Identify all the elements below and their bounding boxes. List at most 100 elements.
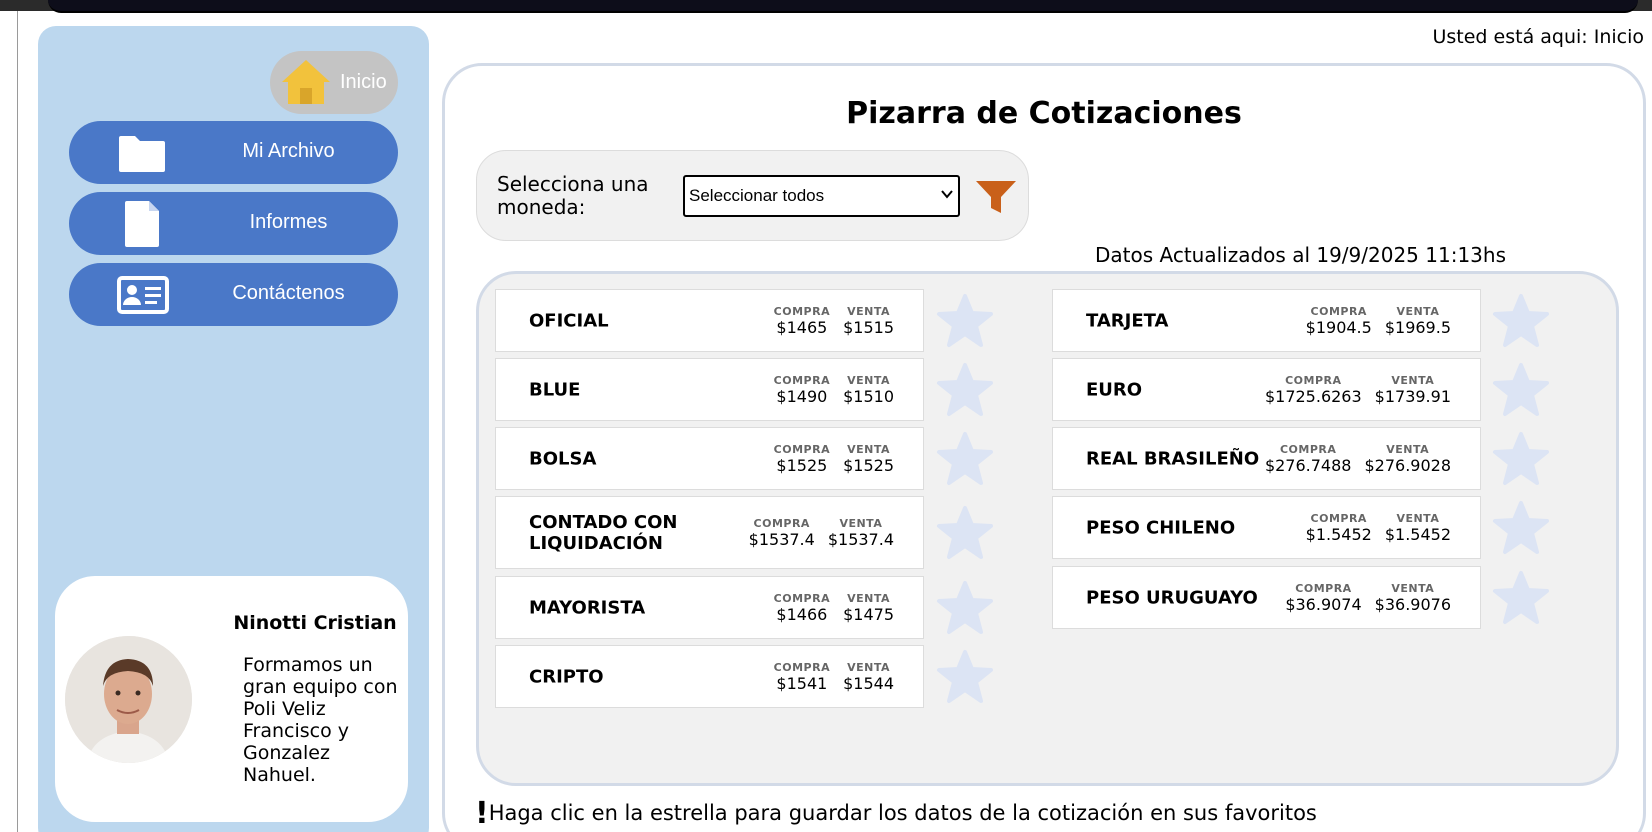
buy-column: COMPRA $1904.5 (1306, 305, 1372, 337)
buy-header: COMPRA (773, 442, 831, 456)
buy-header: COMPRA (1285, 373, 1342, 387)
profile-photo (65, 636, 192, 763)
quote-card: REAL BRASILEÑO COMPRA $276.7488 VENTA $276.9… (1052, 427, 1481, 490)
buy-value: $1525 (776, 455, 828, 475)
favorite-star-icon[interactable] (936, 293, 994, 349)
sell-header: VENTA (1386, 442, 1430, 456)
sell-column: VENTA $1475 (843, 592, 894, 624)
buy-value: $1465 (776, 317, 828, 337)
currency-select[interactable]: Seleccionar todos (683, 175, 960, 217)
quote-values: COMPRA $1541 VENTA $1544 (774, 661, 894, 693)
quote-values: COMPRA $1465 VENTA $1515 (774, 305, 894, 337)
sell-value: $276.9028 (1364, 455, 1451, 475)
quote-values: COMPRA $36.9074 VENTA $36.9076 (1285, 582, 1451, 614)
favorites-hint: !Haga clic en la estrella para guardar l… (475, 793, 1317, 831)
currency-name: REAL BRASILEÑO (1086, 448, 1260, 469)
buy-header: COMPRA (1295, 581, 1352, 595)
sell-value: $1475 (843, 604, 894, 624)
quote-values: COMPRA $1490 VENTA $1510 (774, 374, 894, 406)
sell-header: VENTA (839, 516, 883, 530)
favorite-star-icon[interactable] (1492, 293, 1550, 349)
sell-column: VENTA $1537.4 (828, 517, 894, 549)
sell-value: $1739.91 (1374, 386, 1451, 406)
buy-value: $1725.6263 (1264, 386, 1362, 406)
buy-column: COMPRA $1725.6263 (1265, 374, 1362, 406)
quote-values: COMPRA $276.7488 VENTA $276.9028 (1265, 443, 1451, 475)
exclamation-icon: ! (475, 796, 489, 831)
sell-column: VENTA $276.9028 (1364, 443, 1451, 475)
sell-value: $1537.4 (827, 529, 894, 549)
buy-header: COMPRA (1310, 511, 1367, 525)
buy-header: COMPRA (773, 373, 831, 387)
currency-name: OFICIAL (529, 310, 609, 331)
nav-informes[interactable]: Informes (69, 192, 398, 255)
buy-column: COMPRA $1.5452 (1306, 512, 1372, 544)
favorite-star-icon[interactable] (1492, 570, 1550, 626)
quotes-board: OFICIAL COMPRA $1465 VENTA $1515 BLUE COMPRA $1… (476, 271, 1619, 786)
sell-value: $1544 (843, 673, 894, 693)
nav-contactenos[interactable]: Contáctenos (69, 263, 398, 326)
quote-card: BLUE COMPRA $1490 VENTA $1510 (495, 358, 924, 421)
quote-card: CRIPTO COMPRA $1541 VENTA $1544 (495, 645, 924, 708)
page-left-border (17, 11, 18, 832)
sell-header: VENTA (1391, 581, 1435, 595)
filter-label: Selecciona una moneda: (497, 172, 649, 219)
currency-name: TARJETA (1086, 310, 1169, 331)
currency-name: MAYORISTA (529, 597, 646, 618)
currency-name: PESO URUGUAYO (1086, 587, 1258, 608)
favorite-star-icon[interactable] (936, 362, 994, 418)
buy-header: COMPRA (753, 516, 810, 530)
buy-header: COMPRA (1310, 304, 1367, 318)
sell-column: VENTA $36.9076 (1375, 582, 1451, 614)
nav-mi-archivo[interactable]: Mi Archivo (69, 121, 398, 184)
quote-card: CONTADO CON LIQUIDACIÓN COMPRA $1537.4 VENT… (495, 496, 924, 569)
filter-funnel-icon[interactable] (975, 175, 1017, 217)
favorite-star-icon[interactable] (936, 505, 994, 561)
sell-header: VENTA (847, 442, 890, 456)
buy-column: COMPRA $1541 (774, 661, 830, 693)
buy-column: COMPRA $1490 (774, 374, 830, 406)
last-updated: Datos Actualizados al 19/9/2025 11:13hs (1095, 243, 1506, 267)
buy-value: $1541 (776, 673, 828, 693)
buy-value: $1490 (776, 386, 828, 406)
sell-value: $1510 (843, 386, 894, 406)
quote-values: COMPRA $1537.4 VENTA $1537.4 (749, 517, 894, 549)
quote-card: TARJETA COMPRA $1904.5 VENTA $1969.5 (1052, 289, 1481, 352)
currency-name: BLUE (529, 379, 581, 400)
favorite-star-icon[interactable] (936, 431, 994, 487)
favorite-star-icon[interactable] (936, 649, 994, 705)
favorite-star-icon[interactable] (1492, 431, 1550, 487)
favorite-star-icon[interactable] (1492, 362, 1550, 418)
sell-header: VENTA (847, 660, 890, 674)
quote-card: OFICIAL COMPRA $1465 VENTA $1515 (495, 289, 924, 352)
house-icon (282, 60, 330, 104)
banner-image (48, 0, 1638, 13)
hint-text: Haga clic en la estrella para guardar lo… (488, 801, 1317, 825)
quote-values: COMPRA $1525 VENTA $1525 (774, 443, 894, 475)
buy-column: COMPRA $36.9074 (1285, 582, 1361, 614)
sell-header: VENTA (847, 591, 890, 605)
quote-card: EURO COMPRA $1725.6263 VENTA $1739.91 (1052, 358, 1481, 421)
chevron-down-icon (941, 190, 953, 199)
currency-filter: Selecciona una moneda: Seleccionar todos (476, 150, 1029, 241)
sell-header: VENTA (847, 373, 890, 387)
buy-header: COMPRA (773, 304, 831, 318)
buy-value: $1466 (776, 604, 828, 624)
sell-column: VENTA $1739.91 (1375, 374, 1451, 406)
sell-column: VENTA $1515 (843, 305, 894, 337)
currency-select-value: Seleccionar todos (689, 186, 825, 205)
buy-column: COMPRA $1537.4 (749, 517, 815, 549)
currency-name: BOLSA (529, 448, 597, 469)
sell-column: VENTA $1510 (843, 374, 894, 406)
currency-name: PESO CHILENO (1086, 517, 1236, 538)
contact-card-icon (117, 276, 169, 314)
sell-header: VENTA (1396, 304, 1440, 318)
quote-values: COMPRA $1725.6263 VENTA $1739.91 (1265, 374, 1451, 406)
currency-name: EURO (1086, 379, 1143, 400)
home-button[interactable]: Inicio (270, 51, 398, 114)
buy-header: COMPRA (773, 591, 831, 605)
favorite-star-icon[interactable] (936, 580, 994, 636)
quotes-panel: Pizarra de Cotizaciones Selecciona una m… (442, 63, 1646, 832)
sell-value: $1525 (843, 455, 894, 475)
favorite-star-icon[interactable] (1492, 500, 1550, 556)
